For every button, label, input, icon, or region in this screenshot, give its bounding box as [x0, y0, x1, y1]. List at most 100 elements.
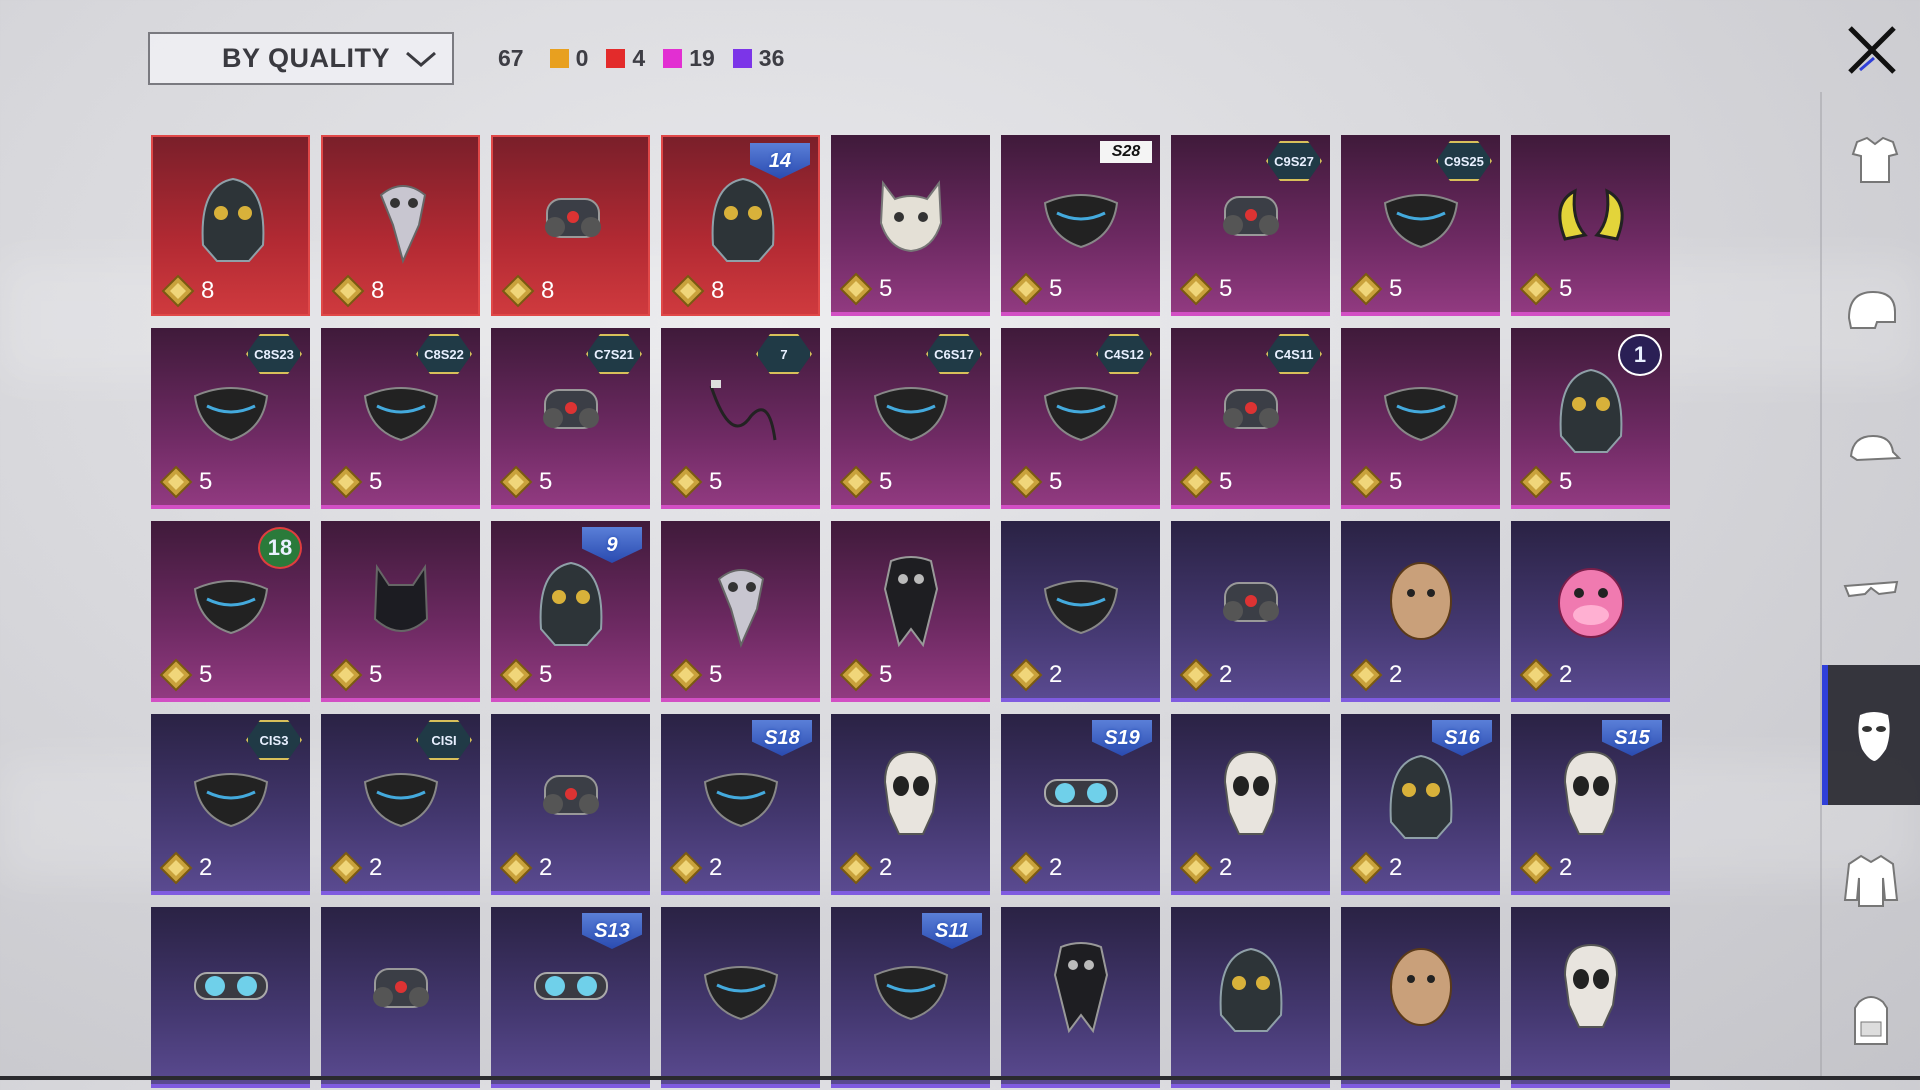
coin-icon	[1519, 658, 1553, 692]
helmet-icon	[1847, 290, 1896, 329]
inventory-item-card[interactable]: 75	[661, 328, 820, 509]
item-price-value: 2	[1559, 661, 1573, 688]
inventory-item-card[interactable]: C8S23 5	[151, 328, 310, 509]
inventory-item-card[interactable]: 5	[1341, 328, 1500, 509]
coin-icon	[1519, 465, 1553, 499]
item-price: 5	[499, 658, 552, 692]
coin-icon	[669, 658, 703, 692]
inventory-item-card[interactable]: 14 8	[661, 135, 820, 316]
beak-mask-art	[717, 569, 765, 648]
inventory-item-card[interactable]: CISI 2	[321, 714, 480, 895]
inventory-item-card[interactable]: S28 5	[1001, 135, 1160, 316]
coin-icon	[159, 465, 193, 499]
inventory-item-card[interactable]	[1001, 907, 1160, 1088]
inventory-item-card[interactable]: 8	[321, 135, 480, 316]
inventory-item-card[interactable]: S16 2	[1341, 714, 1500, 895]
item-price: 5	[839, 272, 892, 306]
inventory-item-card[interactable]: 2	[1001, 521, 1160, 702]
item-price: 5	[159, 658, 212, 692]
inventory-item-card[interactable]: S11	[831, 907, 990, 1088]
inventory-item-card[interactable]: C4S12 5	[1001, 328, 1160, 509]
skull-mask-art	[1563, 750, 1619, 835]
season-badge: 18	[258, 527, 302, 569]
coin-icon	[1519, 272, 1553, 306]
inventory-item-card[interactable]: 2	[1171, 714, 1330, 895]
coin-icon	[159, 851, 193, 885]
inventory-item-card[interactable]	[151, 907, 310, 1088]
inventory-item-card[interactable]: 2	[831, 714, 990, 895]
glasses-icon	[1843, 580, 1899, 598]
inventory-item-card[interactable]: 2	[1171, 521, 1330, 702]
inventory-item-card[interactable]: 5	[321, 521, 480, 702]
item-price: 5	[1349, 465, 1402, 499]
inventory-item-card[interactable]: S15 2	[1511, 714, 1670, 895]
inventory-item-card[interactable]: S18 2	[661, 714, 820, 895]
inventory-item-card[interactable]: 95	[491, 521, 650, 702]
coin-icon	[669, 465, 703, 499]
item-price-value: 2	[539, 854, 553, 881]
item-price-value: 5	[199, 468, 213, 495]
mask-icon	[1858, 712, 1890, 761]
season-badge: S28	[1100, 141, 1152, 163]
helmet-mask-art	[1219, 947, 1283, 1032]
inventory-item-card[interactable]: C9S25 5	[1341, 135, 1500, 316]
inventory-item-card[interactable]: C8S22 5	[321, 328, 480, 509]
tier-count-value: 0	[575, 45, 589, 71]
coin-icon	[1349, 272, 1383, 306]
item-price-value: 5	[1219, 275, 1233, 302]
item-price-value: 5	[1559, 468, 1573, 495]
category-tab[interactable]	[1822, 810, 1920, 950]
inventory-item-card[interactable]: 2	[1341, 521, 1500, 702]
category-tab[interactable]	[1822, 950, 1920, 1090]
inventory-item-card[interactable]: C7S21 5	[491, 328, 650, 509]
coin-icon	[1179, 465, 1213, 499]
inventory-item-card[interactable]	[321, 907, 480, 1088]
item-price-value: 2	[709, 854, 723, 881]
inventory-item-card[interactable]	[661, 907, 820, 1088]
inventory-item-card[interactable]	[1171, 907, 1330, 1088]
inventory-item-card[interactable]: C4S11 5	[1171, 328, 1330, 509]
inventory-item-card[interactable]: 8	[491, 135, 650, 316]
item-price: 8	[671, 274, 724, 308]
category-tab[interactable]	[1822, 380, 1920, 520]
inventory-item-card[interactable]: 2	[1511, 521, 1670, 702]
tier-count-value: 4	[632, 45, 646, 71]
category-tab[interactable]	[1822, 90, 1920, 230]
inventory-item-card[interactable]	[1511, 907, 1670, 1088]
inventory-item-card[interactable]: 5	[831, 135, 990, 316]
close-button[interactable]	[1840, 18, 1904, 82]
coin-icon	[669, 851, 703, 885]
sort-dropdown[interactable]: BY QUALITY	[148, 32, 454, 85]
item-price: 2	[1009, 658, 1062, 692]
coin-icon	[839, 851, 873, 885]
item-price-value: 8	[711, 277, 725, 304]
inventory-item-card[interactable]: 5	[831, 521, 990, 702]
inventory-item-card[interactable]	[1341, 907, 1500, 1088]
coin-icon	[1009, 851, 1043, 885]
item-price-value: 5	[879, 661, 893, 688]
item-price-value: 8	[541, 277, 555, 304]
inventory-item-card[interactable]: 5	[661, 521, 820, 702]
inventory-item-card[interactable]: S13	[491, 907, 650, 1088]
inventory-item-card[interactable]: 8	[151, 135, 310, 316]
coin-icon	[839, 658, 873, 692]
skull-mask-art	[1563, 943, 1619, 1028]
inventory-item-card[interactable]: C9S27 5	[1171, 135, 1330, 316]
helmet-mask-art	[201, 177, 265, 262]
category-tab[interactable]	[1822, 665, 1920, 805]
respirator-mask-art	[543, 775, 599, 815]
coin-icon	[1009, 272, 1043, 306]
inventory-item-card[interactable]: S19 2	[1001, 714, 1160, 895]
inventory-item-card[interactable]: CIS3 2	[151, 714, 310, 895]
item-price: 5	[1009, 465, 1062, 499]
category-tab[interactable]	[1822, 240, 1920, 380]
inventory-item-card[interactable]: 5	[1511, 135, 1670, 316]
inventory-item-card[interactable]: 2	[491, 714, 650, 895]
inventory-item-card[interactable]: 15	[1511, 328, 1670, 509]
inventory-item-card[interactable]: C6S17 5	[831, 328, 990, 509]
inventory-item-card[interactable]: 18 5	[151, 521, 310, 702]
respirator-mask-art	[373, 968, 429, 1008]
skull-mask-art	[1223, 750, 1279, 835]
category-tab[interactable]	[1822, 520, 1920, 660]
item-price-value: 2	[199, 854, 213, 881]
